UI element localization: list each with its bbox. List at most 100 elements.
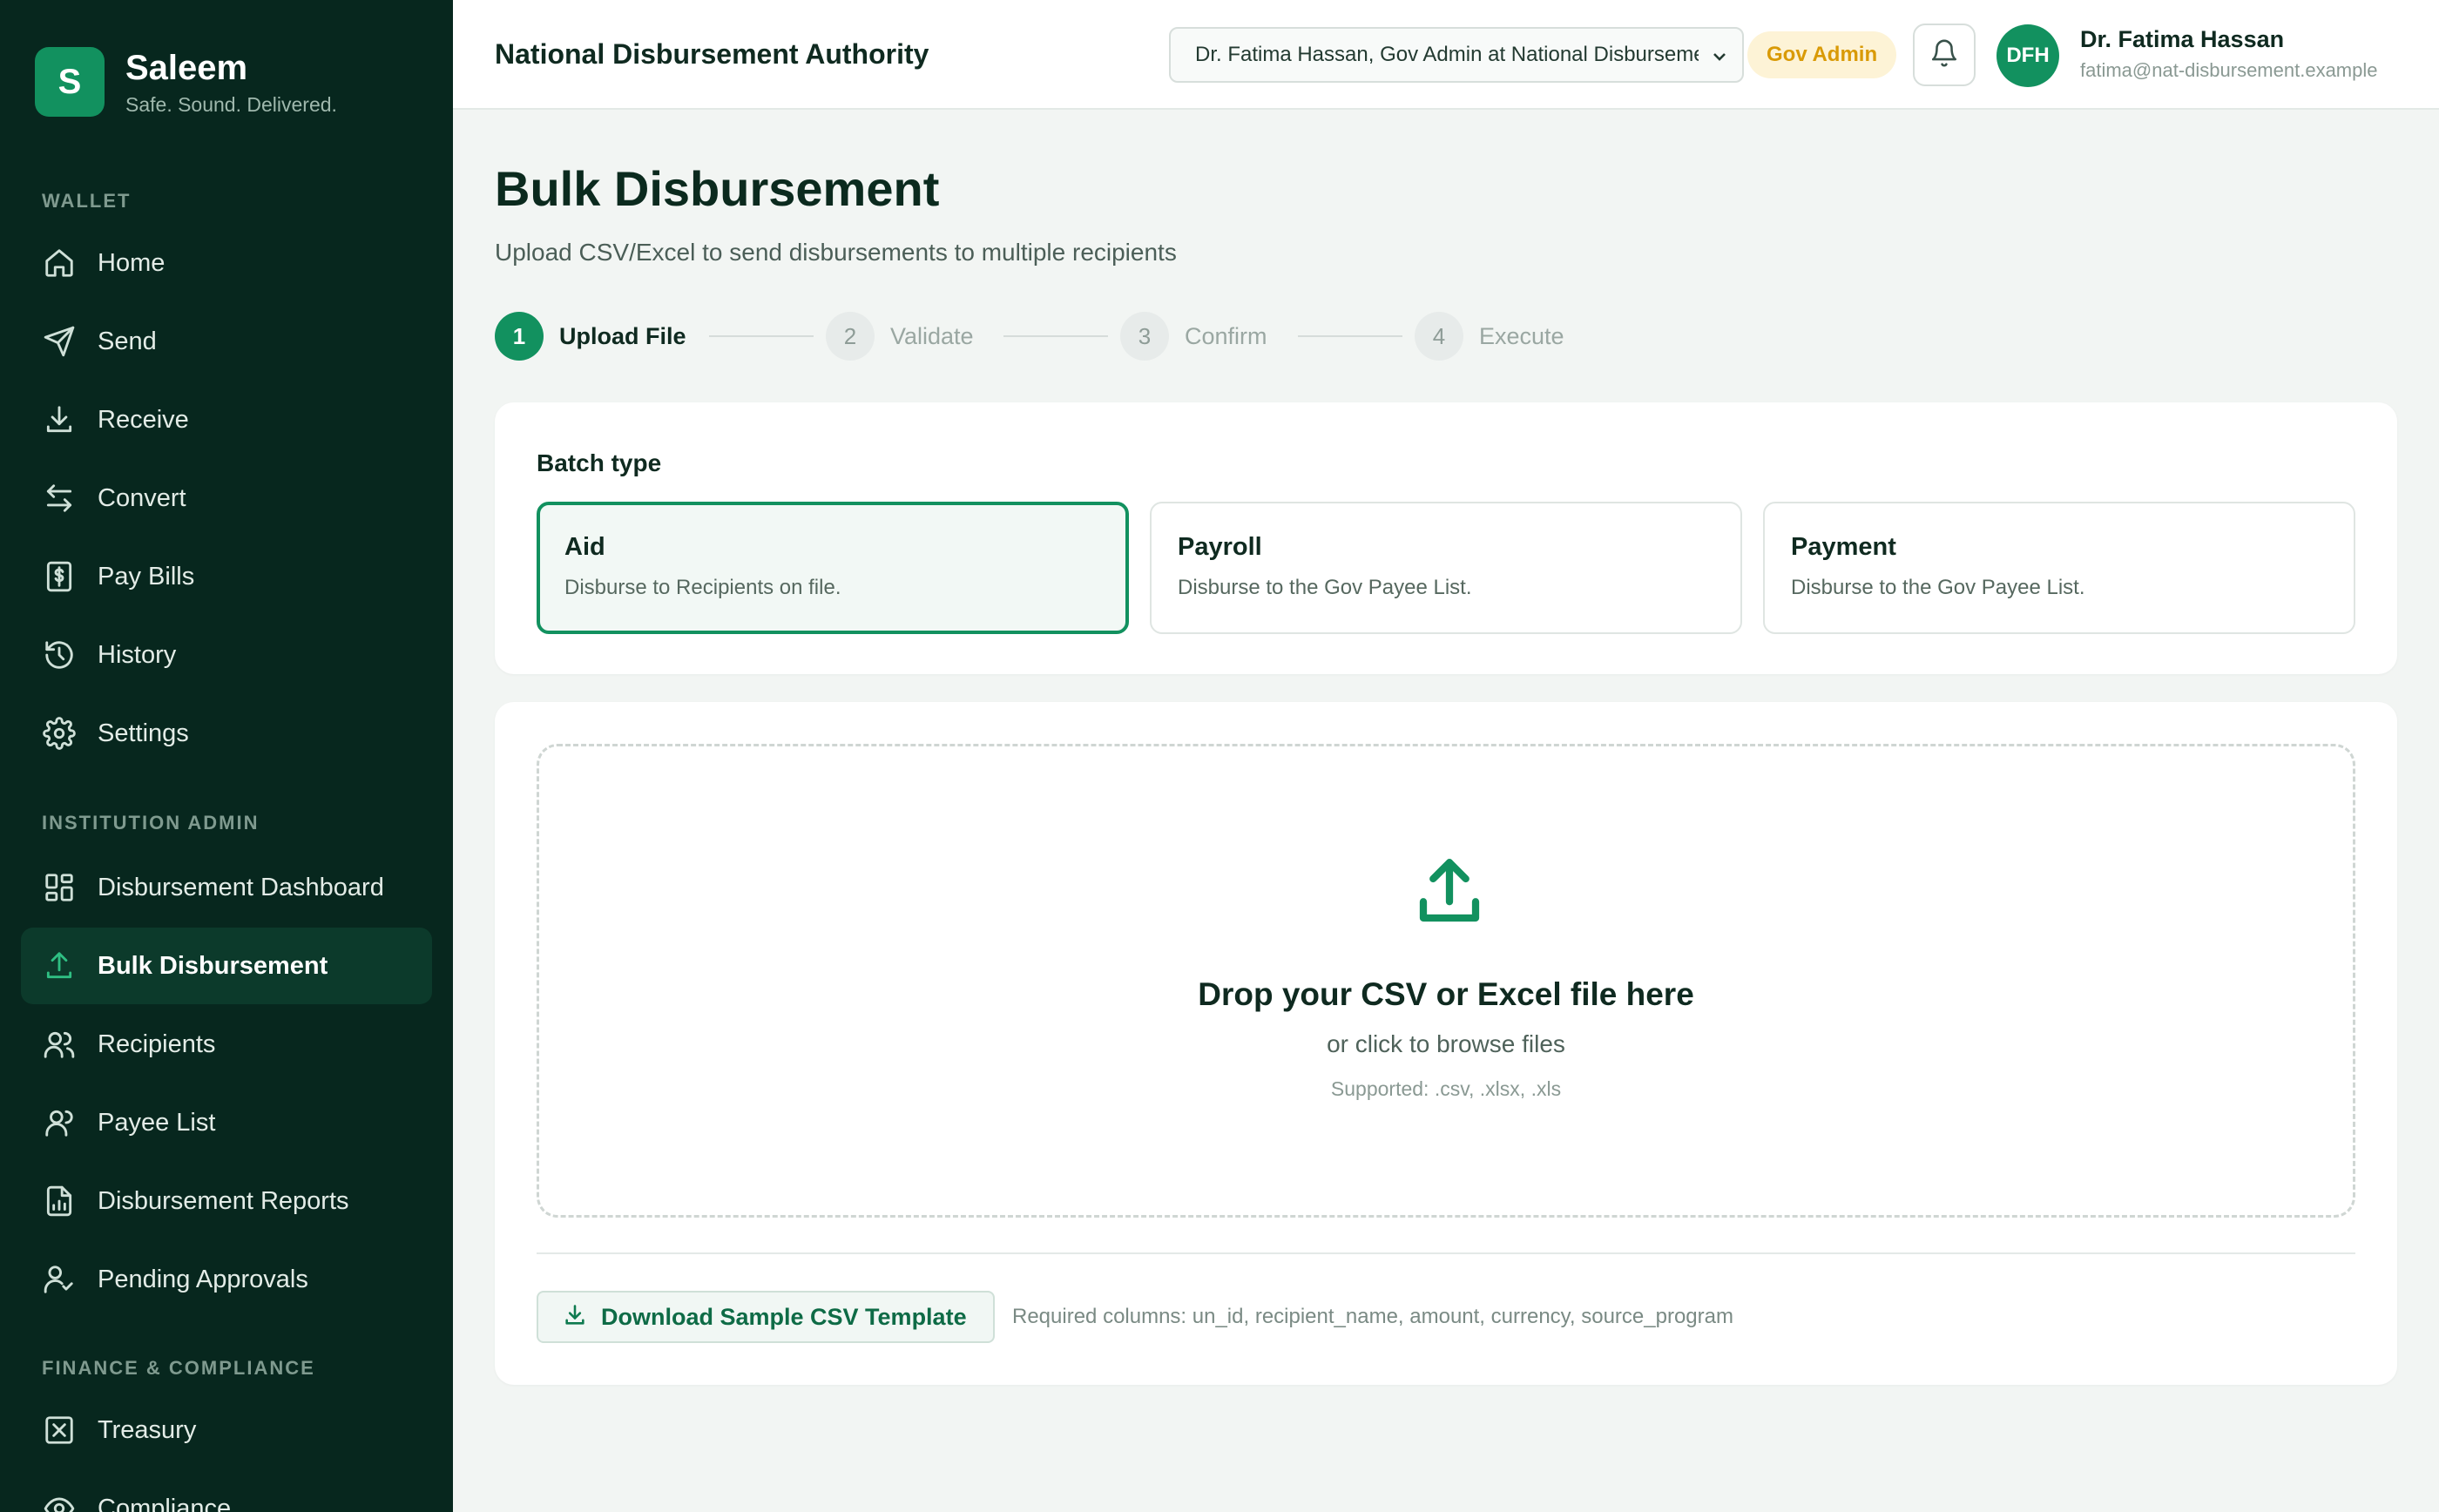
step-connector (1298, 335, 1402, 337)
step-label: Confirm (1185, 322, 1267, 349)
upload-card: Drop your CSV or Excel file here or clic… (495, 702, 2397, 1385)
section-label-institution-admin: INSTITUTION ADMIN (42, 812, 260, 834)
brand-name: Saleem (125, 48, 248, 87)
divider (537, 1252, 2355, 1254)
sidebar-item-bulk-disbursement[interactable]: Bulk Disbursement (21, 928, 432, 1004)
dashboard-icon (42, 870, 77, 905)
account-select[interactable]: Dr. Fatima Hassan, Gov Admin at National… (1169, 27, 1744, 83)
dropzone-subtitle: or click to browse files (1327, 1030, 1565, 1057)
bell-icon (1929, 38, 1959, 72)
eye-icon (42, 1491, 77, 1512)
batch-option-payment[interactable]: Payment Disburse to the Gov Payee List. (1763, 502, 2355, 634)
step-upload-file: 1 Upload File (495, 312, 686, 361)
sidebar-item-receive[interactable]: Receive (21, 381, 432, 458)
step-number: 1 (495, 312, 544, 361)
step-execute: 4 Execute (1415, 312, 1564, 361)
sidebar-item-treasury[interactable]: Treasury (21, 1392, 432, 1468)
sidebar-item-label: Disbursement Reports (98, 1186, 349, 1215)
sidebar-item-pay-bills[interactable]: Pay Bills (21, 538, 432, 615)
receive-icon (42, 402, 77, 437)
sidebar-item-label: Send (98, 327, 157, 355)
user-name: Dr. Fatima Hassan (2080, 26, 2285, 52)
treasury-icon (42, 1413, 77, 1448)
account-select-value: Dr. Fatima Hassan, Gov Admin at National… (1195, 43, 1699, 66)
step-number: 4 (1415, 312, 1463, 361)
download-template-button[interactable]: Download Sample CSV Template (537, 1291, 995, 1343)
batch-option-title: Aid (564, 533, 605, 561)
sidebar-item-label: Treasury (98, 1415, 197, 1444)
sidebar-item-settings[interactable]: Settings (21, 695, 432, 772)
sidebar-item-label: Bulk Disbursement (98, 951, 328, 980)
sidebar-item-label: Pending Approvals (98, 1265, 308, 1293)
role-badge: Gov Admin (1747, 31, 1897, 78)
sidebar-item-compliance[interactable]: Compliance (21, 1470, 432, 1512)
download-template-label: Download Sample CSV Template (601, 1303, 967, 1330)
sidebar-item-recipients[interactable]: Recipients (21, 1006, 432, 1083)
avatar[interactable]: DFH (1996, 24, 2059, 87)
upload-icon (42, 948, 77, 983)
topbar: National Disbursement Authority Dr. Fati… (453, 0, 2439, 110)
sidebar-item-convert[interactable]: Convert (21, 460, 432, 537)
step-number: 2 (826, 312, 875, 361)
sidebar-item-label: Pay Bills (98, 562, 195, 591)
batch-type-label: Batch type (537, 449, 662, 476)
step-label: Upload File (559, 322, 686, 349)
history-icon (42, 638, 77, 672)
file-dropzone[interactable]: Drop your CSV or Excel file here or clic… (537, 744, 2355, 1218)
page-subtitle: Upload CSV/Excel to send disbursements t… (495, 239, 1177, 266)
batch-option-aid[interactable]: Aid Disburse to Recipients on file. (537, 502, 1129, 634)
dropzone-title: Drop your CSV or Excel file here (1198, 976, 1694, 1012)
step-label: Execute (1479, 322, 1564, 349)
brand[interactable]: S Saleem Safe. Sound. Delivered. (35, 47, 337, 117)
report-icon (42, 1184, 77, 1218)
sidebar-item-label: History (98, 640, 177, 669)
batch-option-title: Payment (1791, 533, 1896, 561)
sidebar-item-disbursement-reports[interactable]: Disbursement Reports (21, 1163, 432, 1239)
page-title: Bulk Disbursement (495, 161, 940, 216)
step-confirm: 3 Confirm (1120, 312, 1267, 361)
dropzone-supported-formats: Supported: .csv, .xlsx, .xls (1330, 1077, 1562, 1100)
sidebar-item-payee-list[interactable]: Payee List (21, 1084, 432, 1161)
section-label-wallet: WALLET (42, 190, 132, 212)
sidebar-item-label: Compliance (98, 1494, 232, 1512)
batch-option-desc: Disburse to the Gov Payee List. (1791, 576, 2085, 599)
user-check-icon (42, 1262, 77, 1297)
sidebar-item-label: Convert (98, 483, 186, 512)
sidebar-item-label: Recipients (98, 1029, 216, 1058)
sidebar-item-label: Settings (98, 719, 189, 747)
convert-icon (42, 481, 77, 516)
gear-icon (42, 716, 77, 751)
sidebar-item-label: Home (98, 248, 166, 277)
sidebar-item-pending-approvals[interactable]: Pending Approvals (21, 1241, 432, 1318)
bill-icon (42, 559, 77, 594)
batch-option-title: Payroll (1178, 533, 1262, 561)
user-email: fatima@nat-disbursement.example (2080, 59, 2378, 81)
sidebar-item-disbursement-dashboard[interactable]: Disbursement Dashboard (21, 849, 432, 926)
section-label-finance-compliance: FINANCE & COMPLIANCE (42, 1357, 315, 1379)
step-connector (1003, 335, 1108, 337)
step-label: Validate (890, 322, 974, 349)
batch-option-desc: Disburse to Recipients on file. (564, 576, 841, 599)
batch-option-desc: Disburse to the Gov Payee List. (1178, 576, 1472, 599)
sidebar-item-send[interactable]: Send (21, 303, 432, 380)
user-icon (42, 1105, 77, 1140)
org-title: National Disbursement Authority (495, 38, 929, 70)
step-connector (709, 335, 814, 337)
batch-type-card: Batch type Aid Disburse to Recipients on… (495, 402, 2397, 674)
upload-icon (1410, 853, 1489, 931)
home-icon (42, 246, 77, 280)
notifications-button[interactable] (1913, 24, 1976, 86)
sidebar-item-label: Disbursement Dashboard (98, 873, 384, 901)
chevron-down-icon (1709, 46, 1730, 67)
brand-tagline: Safe. Sound. Delivered. (125, 92, 337, 116)
sidebar-item-home[interactable]: Home (21, 225, 432, 301)
sidebar-item-label: Payee List (98, 1108, 216, 1137)
sidebar-item-label: Receive (98, 405, 189, 434)
sidebar-item-history[interactable]: History (21, 617, 432, 693)
download-icon (563, 1303, 587, 1332)
brand-logo: S (35, 47, 105, 117)
users-icon (42, 1027, 77, 1062)
step-number: 3 (1120, 312, 1169, 361)
batch-option-payroll[interactable]: Payroll Disburse to the Gov Payee List. (1150, 502, 1742, 634)
send-icon (42, 324, 77, 359)
